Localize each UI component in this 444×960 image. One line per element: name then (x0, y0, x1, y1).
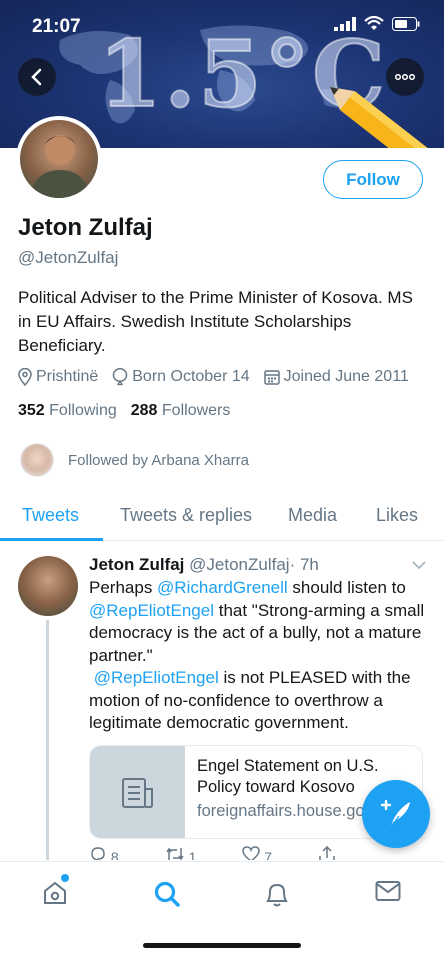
status-time: 21:07 (32, 16, 81, 37)
tweet-text: Perhaps @RichardGrenell should listen to… (89, 577, 429, 735)
followers-link[interactable]: 288 Followers (131, 402, 231, 420)
mention-link[interactable]: @RepEliotEngel (89, 601, 214, 620)
retweet-action[interactable]: 1 (165, 846, 197, 860)
profile-name: Jeton Zulfaj (18, 214, 153, 241)
tweet-text-part: should listen to (287, 578, 406, 597)
thread-line (46, 620, 49, 860)
tab-tweets-replies[interactable]: Tweets & replies (120, 505, 252, 526)
reply-icon (91, 847, 105, 860)
document-icon (121, 778, 153, 808)
tweet-text-part: Perhaps (89, 578, 158, 597)
following-count: 352 (18, 402, 45, 419)
wifi-icon (364, 16, 384, 30)
calendar-icon (263, 370, 280, 385)
like-action[interactable]: 7 (242, 846, 272, 860)
status-icons (334, 16, 420, 31)
meta-location: Prishtinë (18, 368, 98, 386)
more-options-button[interactable] (386, 58, 424, 96)
location-pin-icon (18, 368, 32, 386)
profile-tabs: Tweets Tweets & replies Media Likes (0, 495, 444, 541)
profile-handle: @JetonZulfaj (18, 248, 119, 267)
tab-likes[interactable]: Likes (376, 505, 418, 526)
active-tab-indicator (0, 538, 103, 541)
more-icon (395, 74, 415, 80)
share-action[interactable] (318, 846, 336, 860)
profile-bio: Political Adviser to the Prime Minister … (18, 288, 413, 355)
home-icon[interactable] (42, 880, 68, 906)
tweet-author-handle: @JetonZulfaj (189, 555, 290, 574)
following-label: Following (49, 402, 117, 419)
tweet-actions: 8 1 7 (89, 846, 389, 860)
tweet-avatar[interactable] (18, 556, 78, 616)
reply-count: 8 (110, 849, 119, 860)
compose-feather-icon (380, 799, 410, 828)
followers-label: Followers (161, 402, 231, 419)
heart-icon (242, 846, 261, 860)
tweet-author-name[interactable]: Jeton Zulfaj (89, 555, 184, 574)
mention-link[interactable]: @RichardGrenell (157, 578, 288, 597)
messages-envelope-icon[interactable] (375, 880, 401, 902)
follower-avatar (20, 443, 54, 477)
avatar-portrait (30, 135, 90, 198)
meta-joined: Joined June 2011 (263, 368, 409, 386)
born-text: Born October 14 (132, 368, 250, 385)
tweet-time: · 7h (289, 555, 319, 574)
balloon-icon (113, 368, 128, 386)
mention-link[interactable]: @RepEliotEngel (94, 668, 219, 687)
reply-action[interactable]: 8 (89, 846, 119, 860)
chevron-down-icon[interactable] (411, 560, 427, 570)
like-count: 7 (264, 849, 273, 860)
back-button[interactable] (18, 58, 56, 96)
meta-born: Born October 14 (112, 368, 250, 386)
following-link[interactable]: 352 Following (18, 402, 117, 420)
retweet-count: 1 (188, 849, 197, 860)
card-domain: foreignaffairs.house.gov (197, 802, 373, 820)
compose-tweet-button[interactable] (362, 780, 430, 848)
share-icon (319, 846, 335, 860)
profile-meta: Prishtinë Born October 14 Joined June 20… (18, 368, 409, 386)
notifications-bell-icon[interactable] (264, 880, 290, 908)
joined-text: Joined June 2011 (283, 368, 409, 385)
signal-icon (334, 16, 356, 31)
search-icon[interactable] (153, 880, 181, 908)
card-thumbnail (90, 746, 185, 838)
status-bar: 21:07 (0, 0, 444, 54)
tweet-header: Jeton Zulfaj @JetonZulfaj· 7h (89, 555, 319, 575)
home-indicator (143, 943, 301, 948)
followed-by[interactable]: Followed by Arbana Xharra (20, 443, 249, 477)
retweet-icon (166, 847, 184, 860)
tab-tweets[interactable]: Tweets (22, 505, 79, 526)
profile-avatar[interactable] (16, 116, 102, 202)
tab-media[interactable]: Media (288, 505, 337, 526)
followers-count: 288 (130, 402, 158, 419)
follow-button[interactable]: Follow (323, 160, 423, 199)
chevron-left-icon (31, 68, 42, 86)
battery-icon (392, 16, 420, 31)
location-text: Prishtinë (36, 368, 99, 385)
followed-by-text: Followed by Arbana Xharra (68, 451, 249, 469)
follow-counts: 352 Following 288 Followers (18, 402, 230, 420)
home-notification-dot (61, 874, 69, 882)
